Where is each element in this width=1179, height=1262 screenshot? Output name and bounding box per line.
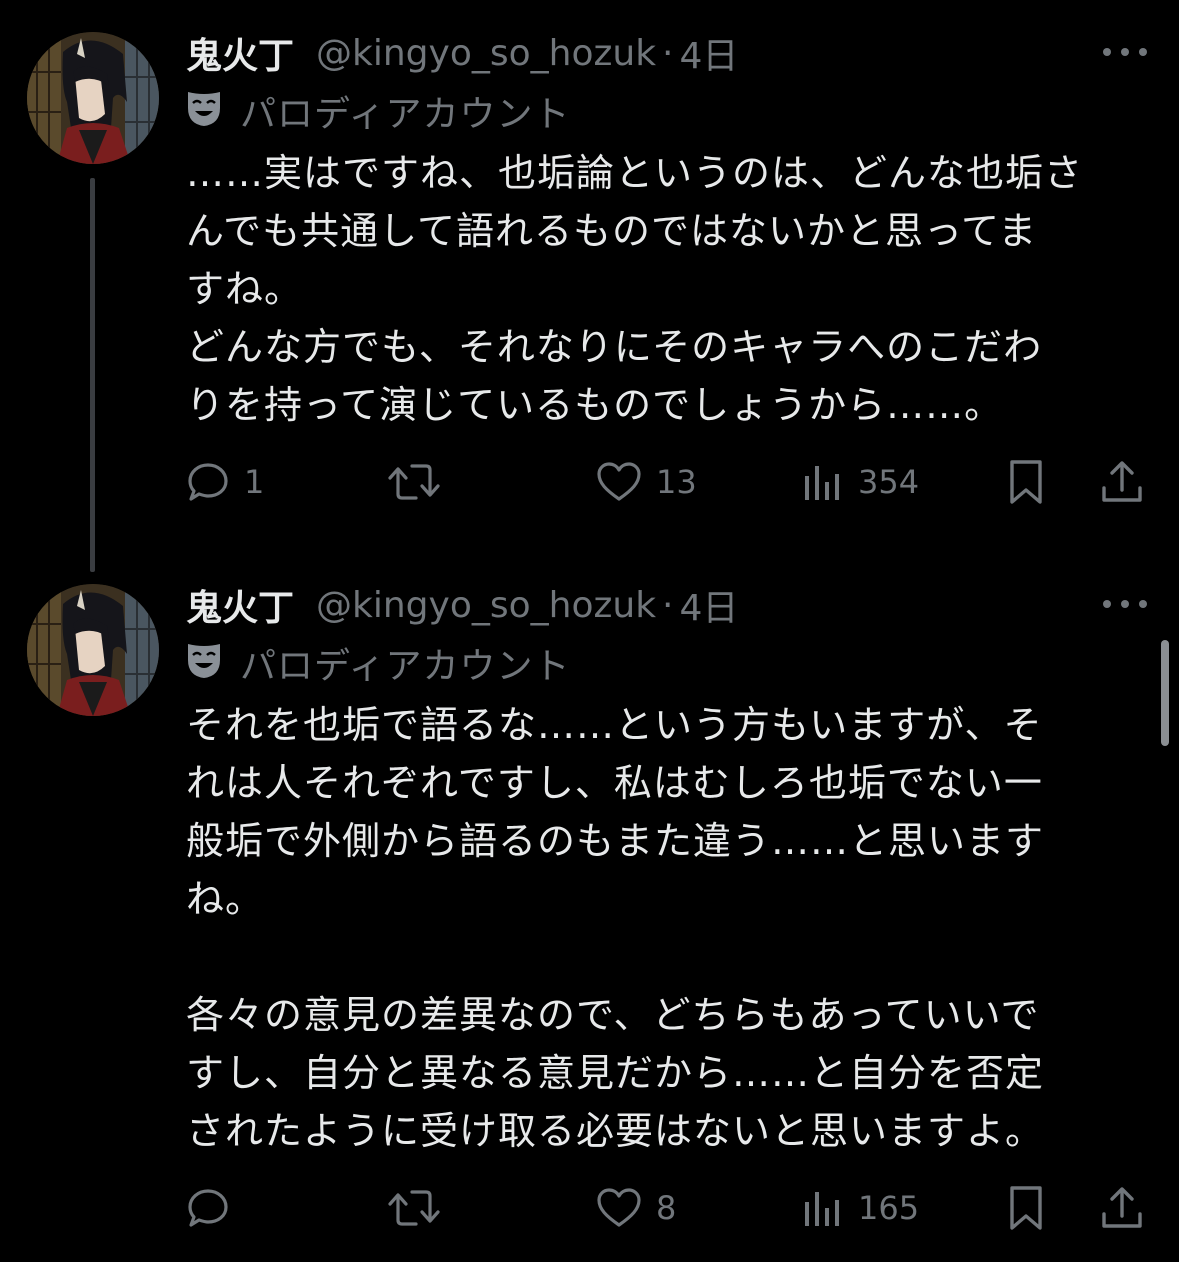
retweet-button[interactable] bbox=[386, 1180, 456, 1236]
thread-connector-line bbox=[90, 178, 95, 572]
tweet[interactable]: 鬼火丁 @kingyo_so_hozuk · 4日 パロディアカウント それを也… bbox=[0, 570, 1179, 1262]
user-handle[interactable]: @kingyo_so_hozuk bbox=[316, 585, 656, 626]
reply-button[interactable]: 1 bbox=[186, 454, 264, 510]
parody-label-text: パロディアカウント bbox=[240, 94, 571, 135]
bookmark-icon bbox=[1006, 458, 1046, 506]
share-icon bbox=[1100, 458, 1144, 506]
avatar[interactable] bbox=[27, 32, 159, 164]
more-options-icon[interactable] bbox=[1103, 42, 1147, 62]
parody-label: パロディアカウント bbox=[186, 638, 570, 688]
view-count: 165 bbox=[858, 1189, 920, 1227]
tweet-text: ……実はですね、也垢論というのは、どんな也垢さ んでも共通して語れるものではない… bbox=[186, 151, 1084, 427]
heart-icon bbox=[596, 460, 642, 504]
action-bar: 1 13 354 bbox=[186, 454, 1146, 510]
parody-mask-icon bbox=[186, 642, 222, 684]
views-chart-icon bbox=[802, 460, 844, 504]
like-count: 8 bbox=[656, 1189, 677, 1227]
retweet-icon bbox=[386, 460, 442, 504]
view-count: 354 bbox=[858, 463, 920, 501]
share-button[interactable] bbox=[1100, 454, 1144, 510]
like-button[interactable]: 8 bbox=[596, 1180, 676, 1236]
parody-mask-icon bbox=[186, 90, 222, 132]
views-chart-icon bbox=[802, 1186, 844, 1230]
action-bar: 8 165 bbox=[186, 1180, 1146, 1236]
tweet-text: それを也垢で語るな……という方もいますが、そ れは人それぞれですし、私はむしろ也… bbox=[186, 703, 1045, 1153]
display-name[interactable]: 鬼火丁 bbox=[186, 579, 294, 631]
scrollbar[interactable] bbox=[1161, 640, 1169, 746]
heart-icon bbox=[596, 1186, 642, 1230]
views-button[interactable]: 165 bbox=[802, 1180, 919, 1236]
bookmark-button[interactable] bbox=[1006, 1180, 1046, 1236]
reply-count: 1 bbox=[244, 463, 265, 501]
tweet[interactable]: 鬼火丁 @kingyo_so_hozuk · 4日 パロディアカウント ……実は… bbox=[0, 0, 1179, 572]
share-button[interactable] bbox=[1100, 1180, 1144, 1236]
tweet-header: 鬼火丁 @kingyo_so_hozuk · 4日 bbox=[186, 28, 1079, 78]
reply-icon bbox=[186, 460, 230, 504]
character-portrait-avatar bbox=[27, 32, 159, 164]
reply-button[interactable] bbox=[186, 1180, 244, 1236]
timestamp[interactable]: 4日 bbox=[680, 579, 739, 631]
retweet-icon bbox=[386, 1186, 442, 1230]
separator-dot: · bbox=[662, 584, 674, 626]
reply-icon bbox=[186, 1186, 230, 1230]
parody-label: パロディアカウント bbox=[186, 86, 570, 136]
bookmark-icon bbox=[1006, 1184, 1046, 1232]
separator-dot: · bbox=[662, 32, 674, 74]
parody-label-text: パロディアカウント bbox=[240, 646, 571, 687]
like-button[interactable]: 13 bbox=[596, 454, 697, 510]
avatar[interactable] bbox=[27, 584, 159, 716]
display-name[interactable]: 鬼火丁 bbox=[186, 27, 294, 79]
views-button[interactable]: 354 bbox=[802, 454, 919, 510]
retweet-button[interactable] bbox=[386, 454, 456, 510]
bookmark-button[interactable] bbox=[1006, 454, 1046, 510]
timestamp[interactable]: 4日 bbox=[680, 27, 739, 79]
like-count: 13 bbox=[656, 463, 697, 501]
share-icon bbox=[1100, 1184, 1144, 1232]
more-options-icon[interactable] bbox=[1103, 594, 1147, 614]
user-handle[interactable]: @kingyo_so_hozuk bbox=[316, 33, 656, 74]
character-portrait-avatar bbox=[27, 584, 159, 716]
tweet-header: 鬼火丁 @kingyo_so_hozuk · 4日 bbox=[186, 580, 1079, 630]
